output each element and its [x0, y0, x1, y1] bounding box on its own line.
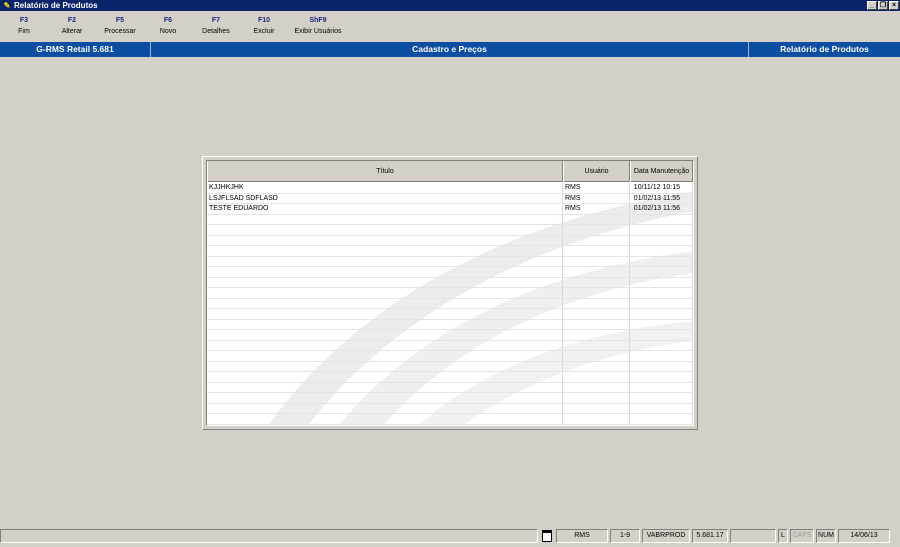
- fkey-code: F6: [163, 17, 173, 24]
- cell-titulo: LSJFLSAD SDFLASD: [207, 193, 563, 203]
- fkey-label: Excluir: [253, 28, 275, 35]
- table-row-empty[interactable]: [207, 330, 693, 341]
- table-row-empty[interactable]: [207, 372, 693, 383]
- window-title: Relatório de Produtos: [14, 1, 98, 10]
- fkey-code: F5: [115, 17, 125, 24]
- function-toolbar: F3 Fim F2 Alterar F5 Processar F6 Novo F…: [0, 14, 348, 40]
- module-name: Cadastro e Preços: [151, 42, 749, 57]
- column-header-titulo[interactable]: Título: [207, 161, 563, 182]
- table-row-empty[interactable]: [207, 403, 693, 414]
- table-row-empty[interactable]: [207, 225, 693, 236]
- f2-alterar-button[interactable]: F2 Alterar: [48, 14, 96, 40]
- restore-button[interactable]: ❐: [878, 1, 888, 10]
- fkey-label: Alterar: [61, 28, 83, 35]
- table-row-empty[interactable]: [207, 351, 693, 362]
- cell-usuario: RMS: [563, 183, 630, 193]
- column-header-usuario[interactable]: Usuário: [563, 161, 630, 182]
- cell-usuario: RMS: [563, 193, 630, 203]
- table-row[interactable]: TESTE EDUARDO RMS 01/02/13 11:56: [207, 204, 693, 215]
- status-l: L: [778, 529, 788, 543]
- minimize-button[interactable]: _: [867, 1, 877, 10]
- status-message: [0, 529, 538, 543]
- status-version: 5.681.17: [692, 529, 728, 543]
- table-row-empty[interactable]: [207, 414, 693, 425]
- table-row-empty[interactable]: [207, 246, 693, 257]
- status-num: NUM: [816, 529, 836, 543]
- fkey-label: Processar: [104, 28, 136, 35]
- status-caps: CAPS: [790, 529, 814, 543]
- page-icon[interactable]: [540, 529, 554, 543]
- product-version: G-RMS Retail 5.681: [0, 42, 151, 57]
- table-row[interactable]: LSJFLSAD SDFLASD RMS 01/02/13 11:55: [207, 193, 693, 204]
- f7-detalhes-button[interactable]: F7 Detalhes: [192, 14, 240, 40]
- table-row-empty[interactable]: [207, 309, 693, 320]
- grid-header: Título Usuário Data Manutenção: [207, 161, 693, 182]
- cell-data: 01/02/13 11:55: [630, 193, 693, 203]
- cell-usuario: RMS: [563, 204, 630, 214]
- window-controls: _ ❐ ×: [866, 1, 899, 10]
- app-icon: ✎: [3, 0, 11, 10]
- table-row-empty[interactable]: [207, 277, 693, 288]
- table-row-empty[interactable]: [207, 393, 693, 404]
- fkey-label: Novo: [159, 28, 177, 35]
- module-header: G-RMS Retail 5.681 Cadastro e Preços Rel…: [0, 42, 900, 57]
- grid-rows: KJJHKJHK RMS 10/11/12 10:15 LSJFLSAD SDF…: [207, 183, 693, 425]
- cell-titulo: TESTE EDUARDO: [207, 204, 563, 214]
- table-row-empty[interactable]: [207, 340, 693, 351]
- cell-data: 01/02/13 11:56: [630, 204, 693, 214]
- status-bar: RMS 1-9 VABRPROD 5.681.17 L CAPS NUM 14/…: [0, 529, 900, 544]
- table-row-empty[interactable]: [207, 382, 693, 393]
- table-row-empty[interactable]: [207, 235, 693, 246]
- fkey-code: F10: [257, 17, 271, 24]
- table-row-empty[interactable]: [207, 298, 693, 309]
- cell-data: 10/11/12 10:15: [630, 183, 693, 193]
- fkey-label: Fim: [18, 28, 30, 35]
- table-row[interactable]: KJJHKJHK RMS 10/11/12 10:15: [207, 183, 693, 194]
- fkey-label: Exibir Usuários: [294, 28, 342, 35]
- table-row-empty[interactable]: [207, 424, 693, 425]
- fkey-code: ShF9: [309, 17, 327, 24]
- fkey-label: Detalhes: [202, 28, 230, 35]
- f6-novo-button[interactable]: F6 Novo: [144, 14, 192, 40]
- table-row-empty[interactable]: [207, 214, 693, 225]
- f3-fim-button[interactable]: F3 Fim: [0, 14, 48, 40]
- report-panel: Título Usuário Data Manutenção KJJHKJHK …: [202, 156, 698, 430]
- table-row-empty[interactable]: [207, 267, 693, 278]
- window-titlebar: ✎ Relatório de Produtos _ ❐ ×: [0, 0, 900, 11]
- fkey-code: F2: [67, 17, 77, 24]
- f5-processar-button[interactable]: F5 Processar: [96, 14, 144, 40]
- table-row-empty[interactable]: [207, 319, 693, 330]
- report-grid[interactable]: Título Usuário Data Manutenção KJJHKJHK …: [206, 160, 694, 426]
- table-row-empty[interactable]: [207, 361, 693, 372]
- shf9-exibir-usuarios-button[interactable]: ShF9 Exibir Usuários: [288, 14, 348, 40]
- status-date: 14/06/13: [838, 529, 890, 543]
- status-range: 1-9: [610, 529, 640, 543]
- table-row-empty[interactable]: [207, 256, 693, 267]
- close-button[interactable]: ×: [889, 1, 899, 10]
- screen-name: Relatório de Produtos: [780, 44, 869, 54]
- cell-titulo: KJJHKJHK: [207, 183, 563, 193]
- status-empty: [730, 529, 776, 543]
- status-user: RMS: [556, 529, 608, 543]
- f10-excluir-button[interactable]: F10 Excluir: [240, 14, 288, 40]
- table-row-empty[interactable]: [207, 288, 693, 299]
- column-header-data[interactable]: Data Manutenção: [630, 161, 693, 182]
- status-program: VABRPROD: [642, 529, 690, 543]
- fkey-code: F3: [19, 17, 29, 24]
- fkey-code: F7: [211, 17, 221, 24]
